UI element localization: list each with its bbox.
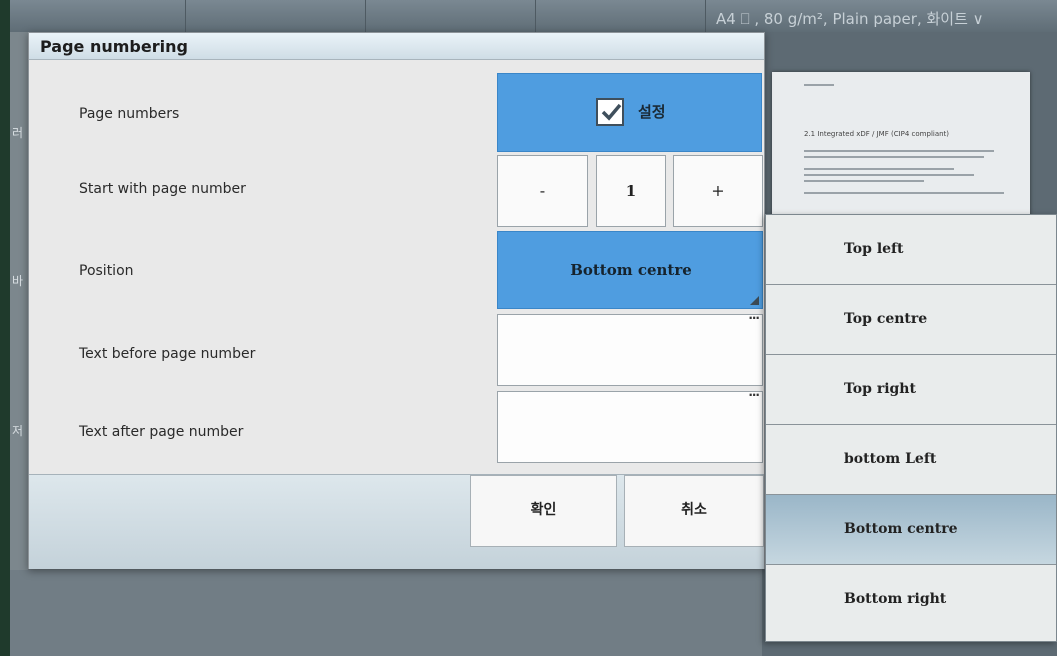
text-after-field[interactable]: ··· — [497, 388, 763, 463]
page-numbering-dialog: Page numbering Page numbers 설정 Start wit… — [28, 32, 765, 569]
page-numbers-checkbox[interactable] — [596, 98, 624, 126]
position-label: Position — [79, 263, 134, 279]
doc-heading: 2.1 Integrated xDF / JMF (CIP4 compliant… — [804, 130, 950, 138]
position-option-top-right[interactable]: Top right — [766, 355, 1056, 425]
background-side-char: 저 — [12, 424, 24, 438]
start-number-value[interactable]: 1 — [596, 155, 666, 227]
background-toolbar-cell — [535, 0, 706, 32]
background-toolbar: A4 ⎕ , 80 g/m², Plain paper, 화이트 ∨ — [10, 0, 1057, 32]
text-before-field[interactable]: ··· — [497, 311, 763, 386]
doc-line — [804, 150, 994, 152]
start-number-label: Start with page number — [79, 181, 246, 197]
position-option-top-left[interactable]: Top left — [766, 215, 1056, 285]
dialog-body: Page numbers 설정 Start with page number -… — [29, 60, 764, 474]
dropdown-corner-icon — [750, 296, 759, 305]
position-select[interactable]: Bottom centre — [497, 231, 763, 309]
more-icon: ··· — [748, 388, 760, 402]
doc-line — [804, 192, 1004, 194]
doc-line — [804, 156, 984, 158]
doc-line — [804, 174, 974, 176]
document-preview-thumbnail: 2.1 Integrated xDF / JMF (CIP4 compliant… — [772, 72, 1030, 232]
page-numbers-label: Page numbers — [79, 106, 180, 122]
background-toolbar-cell — [365, 0, 536, 32]
doc-line — [804, 84, 834, 86]
paper-status-text: A4 ⎕ , 80 g/m², Plain paper, 화이트 ∨ — [716, 10, 984, 28]
page-numbers-checkbox-label: 설정 — [638, 103, 666, 121]
dialog-title: Page numbering — [40, 37, 188, 56]
position-option-bottom-centre[interactable]: Bottom centre — [766, 495, 1056, 565]
dialog-title-bar: Page numbering — [29, 33, 764, 60]
background-side-char: 바 — [12, 274, 24, 288]
ok-button[interactable]: 확인 — [470, 475, 617, 547]
position-option-top-centre[interactable]: Top centre — [766, 285, 1056, 355]
page-numbers-toggle[interactable]: 설정 — [497, 73, 762, 152]
background-left-strip: 러 바 저 — [10, 32, 28, 656]
position-select-value: Bottom centre — [570, 261, 692, 279]
background-bottom-area — [10, 570, 762, 656]
decrement-button[interactable]: - — [497, 155, 588, 227]
text-before-label: Text before page number — [79, 346, 256, 362]
position-option-bottom-right[interactable]: Bottom right — [766, 565, 1056, 641]
text-after-label: Text after page number — [79, 424, 244, 440]
background-toolbar-cell — [185, 0, 366, 32]
increment-button[interactable]: + — [673, 155, 763, 227]
checkmark-icon — [601, 103, 622, 121]
background-toolbar-cell — [10, 0, 186, 32]
background-side-char: 러 — [12, 126, 24, 140]
position-option-bottom-left[interactable]: bottom Left — [766, 425, 1056, 495]
more-icon: ··· — [748, 311, 760, 325]
doc-line — [804, 168, 954, 170]
device-screen: A4 ⎕ , 80 g/m², Plain paper, 화이트 ∨ 러 바 저… — [10, 0, 1057, 656]
cancel-button[interactable]: 취소 — [624, 475, 764, 547]
doc-line — [804, 180, 924, 182]
position-dropdown-list: Top left Top centre Top right bottom Lef… — [765, 214, 1057, 642]
dialog-footer: 확인 취소 — [29, 474, 764, 569]
